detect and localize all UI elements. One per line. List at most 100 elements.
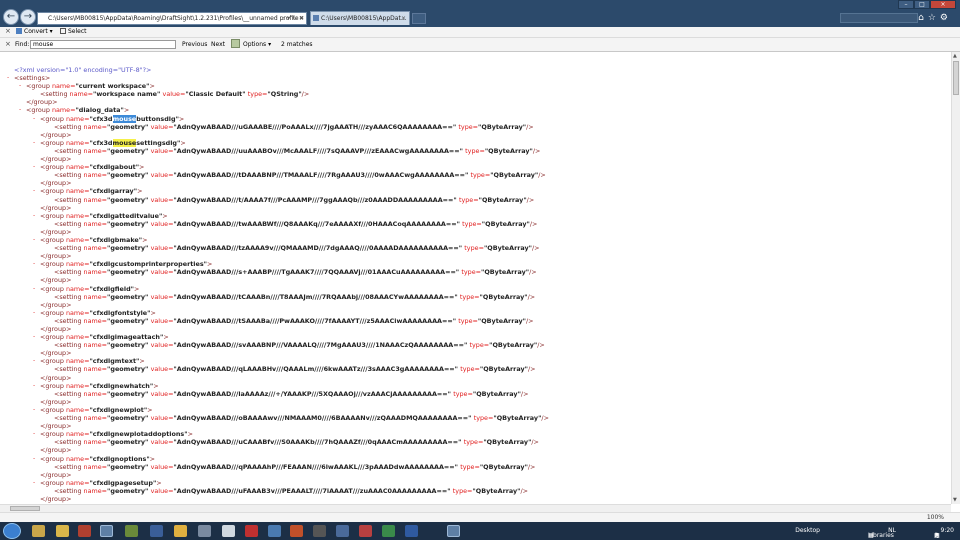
app-icon[interactable] [125,525,138,537]
zoom-level[interactable]: 100% [927,514,944,521]
address-bar[interactable]: C:\Users\MB00815\AppData\Roaming\DraftSi… [37,12,307,25]
language-indicator[interactable]: NL [888,527,896,534]
app-icon[interactable] [150,525,163,537]
back-button[interactable]: ← [3,9,19,25]
app-icon[interactable] [268,525,281,537]
start-button[interactable] [3,523,21,539]
close-window-button[interactable]: × [930,0,956,9]
xml-line: <setting name="geometry" value="AdnQywAB… [54,268,537,277]
xml-line: <setting name="geometry" value="AdnQywAB… [54,341,545,350]
explorer-icon[interactable] [32,525,45,537]
setting-type: QByteArray [488,146,530,155]
vertical-scrollbar[interactable]: ▲ ▼ [951,52,960,504]
close-toolbar-icon[interactable]: × [5,27,11,35]
scroll-thumb[interactable] [10,506,40,511]
select-button[interactable]: Select [60,27,87,37]
options-icon [231,39,240,48]
collapse-icon[interactable]: - [33,382,35,390]
app-icon[interactable] [245,525,258,537]
xml-line: - <group name="cfxdlgimageattach"> [33,333,169,342]
collapse-icon[interactable]: - [33,479,35,487]
group-name-part: cfxdlgimageattach [92,333,160,342]
collapse-icon[interactable]: - [33,187,35,195]
find-input[interactable] [30,40,176,49]
collapse-icon[interactable]: - [33,309,35,317]
tab-close-icon[interactable]: × [401,12,406,25]
xml-line: <setting name="geometry" value="AdnQywAB… [54,219,538,228]
setting-name: geometry [110,341,146,350]
setting-type: QByteArray [486,438,529,447]
forward-button[interactable]: → [20,9,36,25]
collapse-icon[interactable]: - [33,139,35,147]
setting-name: geometry [110,171,146,180]
collapse-icon[interactable]: - [33,115,35,123]
desktop-toolbar[interactable]: Desktop [795,527,820,534]
collapse-icon[interactable]: - [7,74,9,82]
app-icon[interactable] [336,525,349,537]
xml-line: - <group name="current workspace"> [19,82,155,91]
collapse-icon[interactable]: - [19,82,21,90]
collapse-icon[interactable]: - [33,357,35,365]
search-input[interactable] [840,13,918,23]
xml-line: </group> [40,446,72,455]
options-button[interactable]: Options ▾ [231,39,271,49]
collapse-icon[interactable]: - [19,106,21,114]
tab-active[interactable]: C:\Users\MB00815\AppDat... × [310,11,410,25]
collapse-icon[interactable]: - [33,406,35,414]
xml-declaration: <?xml version="1.0" encoding="UTF-8"?> [14,66,152,74]
scroll-thumb[interactable] [953,61,959,95]
xml-line: </group> [26,98,58,107]
clock[interactable]: 9:20 [941,527,954,534]
xml-document: <?xml version="1.0" encoding="UTF-8"?> -… [0,66,951,503]
xml-line: <setting name="geometry" value="AdnQywAB… [54,414,549,423]
xml-line: </group> [40,494,72,503]
media-player-icon[interactable] [78,525,91,537]
title-bar: ← → C:\Users\MB00815\AppData\Roaming\Dra… [0,0,960,27]
app-icon[interactable] [290,525,303,537]
collapse-icon[interactable]: - [33,260,35,268]
setting-value: AdnQywABAAD///tSAAABa////PwAAAKO////7fAA… [176,316,453,325]
new-tab-button[interactable] [412,13,426,24]
app-icon[interactable] [447,525,460,537]
xml-line: - <group name="cfxdlgarray"> [33,187,143,196]
word-icon[interactable] [405,525,418,537]
collapse-icon[interactable]: - [33,455,35,463]
group-name-part: cfxdlgcustomprinterproperties [92,260,204,269]
xml-line: </group> [40,227,72,236]
spreadsheet-icon[interactable] [382,525,395,537]
pdf-icon[interactable] [359,525,372,537]
group-name-part: cfxdlgatteditvalue [92,211,159,220]
address-controls-icon[interactable]: ⌕ ▾ ↻ ✖ [282,13,304,24]
app-icon[interactable] [174,525,187,537]
back-arrow-icon: ← [6,11,16,22]
collapse-icon[interactable]: - [33,333,35,341]
minimize-button[interactable]: – [898,0,914,9]
folder-icon[interactable] [56,525,69,537]
next-button[interactable]: Next [211,41,225,48]
setting-value: AdnQywABAAD///tDAAABNP///TMAAALF////7RgA… [176,171,465,180]
collapse-icon[interactable]: - [33,236,35,244]
setting-type: QByteArray [484,268,526,277]
collapse-icon[interactable]: - [33,430,35,438]
close-find-icon[interactable]: × [5,40,11,48]
collapse-icon[interactable]: - [33,285,35,293]
internet-explorer-icon[interactable] [100,525,113,537]
maximize-button[interactable]: □ [914,0,930,9]
xml-line: - <group name="cfx3dmousebuttonsdlg"> [33,114,185,123]
setting-value: AdnQywABAAD///oBAAAAwv///NMAAAM0////6BAA… [176,414,469,423]
group-name-part: cfxdlgnewplotaddoptions [92,430,185,439]
scroll-up-icon[interactable]: ▲ [953,53,957,59]
collapse-icon[interactable]: - [33,163,35,171]
convert-button[interactable]: Convert ▾ [16,27,53,37]
app-icon[interactable] [198,525,211,537]
scroll-down-icon[interactable]: ▼ [953,497,957,503]
horizontal-scrollbar[interactable] [0,504,951,512]
home-favorites-tools-icon[interactable]: ⌂☆⚙ [918,13,952,23]
collapse-icon[interactable]: - [33,212,35,220]
toolbar: × Convert ▾ Select [0,27,960,38]
previous-button[interactable]: Previous [182,41,207,48]
app-icon[interactable] [313,525,326,537]
xml-line: <setting name="geometry" value="AdnQywAB… [54,122,534,131]
find-bar: × Find: Previous Next Options ▾ 2 matche… [0,38,960,52]
document-icon[interactable] [222,525,235,537]
